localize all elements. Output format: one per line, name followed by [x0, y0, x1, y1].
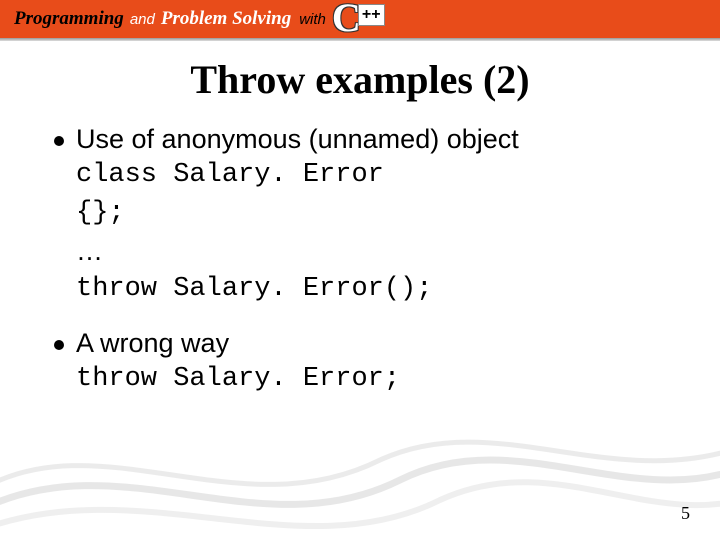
page-number: 5: [681, 503, 690, 524]
code-line: throw Salary. Error;: [76, 361, 684, 399]
banner-programming: Programming: [14, 8, 124, 30]
banner-with: with: [299, 11, 326, 28]
bullet-lead-text: Use of anonymous (unnamed) object: [76, 121, 519, 157]
bullet-icon: [54, 340, 64, 350]
background-swirl: [0, 400, 720, 540]
slide-content: Use of anonymous (unnamed) object class …: [0, 121, 720, 399]
bullet-item: Use of anonymous (unnamed) object class …: [54, 121, 684, 309]
bullet-lead-text: A wrong way: [76, 325, 229, 361]
slide-title: Throw examples (2): [0, 56, 720, 103]
bullet-lead-line: A wrong way: [54, 325, 684, 361]
code-line: …: [76, 233, 684, 271]
header-banner: Programming and Problem Solving with C +…: [0, 0, 720, 50]
banner-problem-solving: Problem Solving: [161, 8, 291, 30]
bullet-lead-line: Use of anonymous (unnamed) object: [54, 121, 684, 157]
banner-strip: Programming and Problem Solving with C +…: [0, 0, 720, 38]
cpp-logo-c: C: [332, 0, 361, 41]
banner-and: and: [130, 11, 155, 28]
cpp-logo-plusplus: ++: [358, 4, 385, 26]
code-line: throw Salary. Error();: [76, 271, 684, 309]
code-line: class Salary. Error: [76, 157, 684, 195]
cpp-logo: C ++: [332, 0, 386, 38]
bullet-icon: [54, 136, 64, 146]
code-line: {};: [76, 195, 684, 233]
bullet-item: A wrong way throw Salary. Error;: [54, 325, 684, 399]
